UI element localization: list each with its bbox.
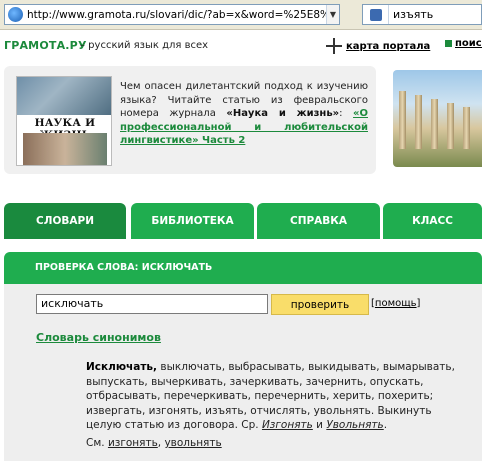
promo-banner: НАУКА И ЖИЗНЬ Чем опасен дилетантский по… — [4, 66, 376, 174]
dictionary-name-link[interactable]: Словарь синонимов — [36, 331, 161, 344]
portal-map-icon — [326, 38, 342, 54]
tab-spravka[interactable]: СПРАВКА — [257, 203, 380, 239]
site-search-label[interactable]: поиск — [455, 38, 482, 49]
entry-end: . — [383, 419, 388, 431]
entry-ref-izgonyat[interactable]: Изгонять — [262, 419, 313, 431]
entry-and: и — [312, 419, 327, 431]
help-link[interactable]: помощь — [375, 298, 417, 309]
browser-search-input[interactable]: изъять — [393, 8, 433, 21]
search-engine-icon — [369, 8, 382, 21]
tab-klass[interactable]: КЛАСС — [383, 203, 482, 239]
tab-biblioteka[interactable]: БИБЛИОТЕКА — [131, 203, 254, 239]
address-dropdown-icon[interactable]: ▼ — [326, 5, 339, 24]
banner-text: Чем опасен дилетантский подход к изучени… — [120, 80, 368, 148]
column-shape — [431, 99, 438, 149]
see-link-uvolnyat[interactable]: увольнять — [164, 437, 221, 449]
magazine-cover-image[interactable]: НАУКА И ЖИЗНЬ — [16, 76, 112, 166]
see-link-izgonyat[interactable]: изгонять — [108, 437, 158, 449]
portal-map-label[interactable]: карта портала — [346, 41, 430, 52]
site-tagline: – русский язык для всех — [80, 40, 209, 51]
section-title: ПРОВЕРКА СЛОВА: ИСКЛЮЧАТЬ — [35, 262, 213, 273]
see-also: См. изгонять, увольнять — [86, 437, 222, 449]
help-link-wrapper: [помощь] — [371, 298, 420, 309]
browser-toolbar: http://www.gramota.ru/slovari/dic/?ab=x&… — [0, 0, 482, 30]
help-bracket-close: ] — [416, 298, 421, 309]
column-shape — [399, 91, 406, 149]
page-icon — [8, 7, 23, 22]
portal-map-link[interactable]: карта портала — [326, 38, 430, 54]
column-shape — [447, 103, 454, 149]
site-logo[interactable]: ГРАМОТА.РУ — [4, 39, 87, 52]
banner-journal: «Наука и жизнь» — [226, 108, 340, 119]
column-shape — [463, 107, 470, 149]
address-url[interactable]: http://www.gramota.ru/slovari/dic/?ab=x&… — [27, 9, 326, 21]
site-search-link[interactable]: поиск — [445, 38, 482, 49]
magazine-cover-photo-bottom — [23, 133, 107, 165]
check-button[interactable]: проверить — [271, 294, 369, 315]
banner-colon: : — [339, 108, 354, 119]
word-search-input[interactable]: исключать — [36, 294, 268, 314]
magazine-cover-photo-top — [17, 77, 111, 115]
see-label: См. — [86, 437, 108, 449]
tab-slovari[interactable]: СЛОВАРИ — [4, 203, 126, 239]
column-shape — [415, 95, 422, 149]
main-nav: СЛОВАРИ БИБЛИОТЕКА СПРАВКА КЛАСС — [4, 203, 482, 239]
entry-ref-uvolnyat[interactable]: Увольнять — [326, 419, 383, 431]
site-header: ГРАМОТА.РУ – русский язык для всех карта… — [0, 34, 482, 58]
address-bar[interactable]: http://www.gramota.ru/slovari/dic/?ab=x&… — [4, 4, 340, 25]
search-engine-selector[interactable] — [363, 5, 389, 24]
ruins-photo[interactable] — [393, 70, 482, 167]
dictionary-entry: Исключать, выключать, выбрасывать, выкид… — [86, 360, 456, 433]
entry-headword: Исключать, — [86, 361, 158, 373]
browser-search-box[interactable]: изъять — [362, 4, 482, 25]
section-header: ПРОВЕРКА СЛОВА: ИСКЛЮЧАТЬ — [4, 252, 482, 284]
search-bullet-icon — [445, 40, 452, 47]
